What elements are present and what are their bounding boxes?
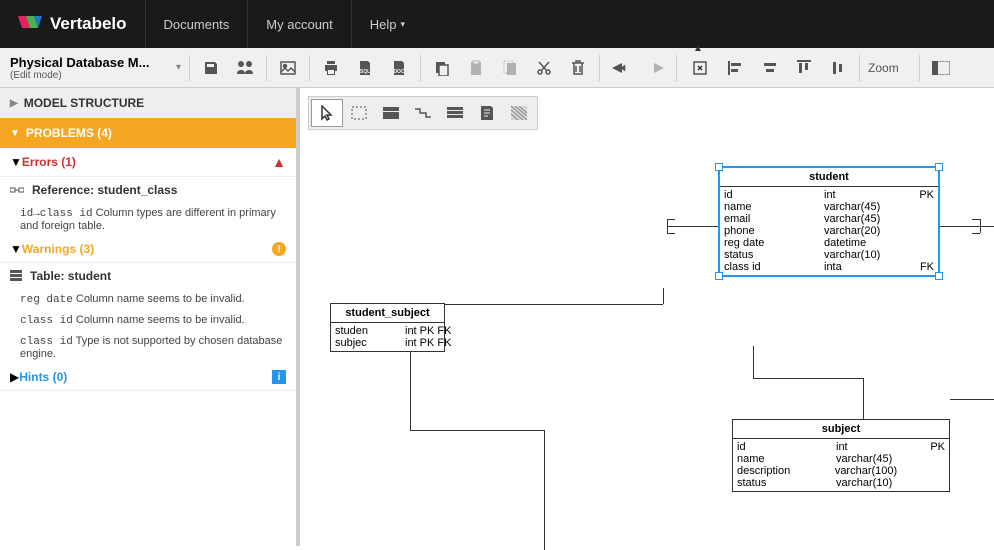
toolbar-marker-icon: ▲ [693, 43, 703, 54]
canvas-toolbar [308, 96, 538, 130]
entity-column: phonevarchar(20) [724, 225, 934, 237]
svg-text:DOC: DOC [393, 69, 405, 75]
warning-item-table[interactable]: Table: student [0, 263, 296, 289]
error-item-reference[interactable]: Reference: student_class [0, 177, 296, 203]
print-button[interactable] [316, 53, 346, 83]
brand-logo[interactable]: Vertabelo [0, 12, 145, 36]
entity-title: student [720, 168, 938, 187]
duplicate-button[interactable] [495, 53, 525, 83]
sidebar-errors[interactable]: ▼Errors (1) ▲ [0, 148, 296, 177]
entity-column: statusvarchar(10) [724, 249, 934, 261]
nav-help[interactable]: Help▾ [351, 0, 423, 48]
entity-title: student_subject [331, 304, 444, 323]
warning-detail-1: reg date Column name seems to be invalid… [0, 289, 296, 310]
entity-column: class idintaFK [724, 261, 934, 273]
undo-button[interactable] [606, 53, 636, 83]
entity-title: subject [733, 420, 949, 439]
share-button[interactable] [230, 53, 260, 83]
align-left-button[interactable] [721, 53, 751, 83]
entity-student[interactable]: student idintPKnamevarchar(45)emailvarch… [718, 166, 940, 277]
sidebar-warnings[interactable]: ▼Warnings (3) ! [0, 236, 296, 263]
expand-button[interactable] [685, 53, 715, 83]
entity-column: idintPK [724, 189, 934, 201]
reference-tool[interactable] [407, 99, 439, 127]
triangle-right-icon: ▶ [10, 370, 19, 384]
select-tool[interactable] [311, 99, 343, 127]
entity-column: statusvarchar(10) [737, 477, 945, 489]
nav-my-account[interactable]: My account [247, 0, 350, 48]
zoom-label: Zoom [868, 61, 899, 75]
entity-subject[interactable]: subject idintPKnamevarchar(45)descriptio… [732, 419, 950, 492]
sidebar-problems[interactable]: ▼PROBLEMS (4) [0, 118, 296, 148]
align-top-button[interactable] [789, 53, 819, 83]
entity-column: descriptionvarchar(100) [737, 465, 945, 477]
diagram-canvas[interactable]: student idintPKnamevarchar(45)emailvarch… [300, 88, 994, 546]
warning-badge-icon: ! [272, 242, 286, 256]
nav-documents[interactable]: Documents [145, 0, 248, 48]
entity-column: namevarchar(45) [737, 453, 945, 465]
document-title: Physical Database M... [6, 55, 176, 70]
brand-name: Vertabelo [50, 14, 127, 34]
error-detail: id→class id Column types are different i… [0, 203, 296, 236]
warning-detail-2: class id Column name seems to be invalid… [0, 310, 296, 331]
doc-export-button[interactable]: DOC [384, 53, 414, 83]
triangle-right-icon: ▶ [10, 98, 18, 109]
entity-column: namevarchar(45) [724, 201, 934, 213]
align-middle-button[interactable] [823, 53, 853, 83]
entity-column: idintPK [737, 441, 945, 453]
save-button[interactable] [196, 53, 226, 83]
note-tool[interactable] [471, 99, 503, 127]
triangle-down-icon: ▼ [10, 155, 22, 169]
entity-column: emailvarchar(45) [724, 213, 934, 225]
table-tool[interactable] [375, 99, 407, 127]
view-tool[interactable] [439, 99, 471, 127]
warning-detail-3: class id Type is not supported by chosen… [0, 331, 296, 364]
error-badge-icon: ▲ [272, 154, 286, 170]
document-title-block[interactable]: Physical Database M... (Edit mode) [6, 55, 176, 81]
sidebar-hints[interactable]: ▶Hints (0) i [0, 364, 296, 391]
copy-button[interactable] [427, 53, 457, 83]
cut-button[interactable] [529, 53, 559, 83]
chevron-down-icon: ▾ [401, 19, 406, 30]
entity-column: reg datedatetime [724, 237, 934, 249]
entity-student-subject[interactable]: student_subject studenint PK FKsubjecint… [330, 303, 445, 352]
marquee-tool[interactable] [343, 99, 375, 127]
align-center-button[interactable] [755, 53, 785, 83]
area-tool[interactable] [503, 99, 535, 127]
delete-button[interactable] [563, 53, 593, 83]
document-mode: (Edit mode) [6, 70, 176, 81]
redo-button[interactable] [640, 53, 670, 83]
sql-export-button[interactable]: SQL [350, 53, 380, 83]
svg-text:SQL: SQL [360, 69, 370, 75]
sidebar-model-structure[interactable]: ▶MODEL STRUCTURE [0, 88, 296, 118]
entity-column: subjecint PK FK [335, 337, 440, 349]
entity-column: studenint PK FK [335, 325, 440, 337]
paste-button[interactable] [461, 53, 491, 83]
dropdown-caret-icon[interactable]: ▾ [176, 62, 181, 73]
hint-badge-icon: i [272, 370, 286, 384]
image-export-button[interactable] [273, 53, 303, 83]
triangle-down-icon: ▼ [10, 128, 20, 139]
triangle-down-icon: ▼ [10, 242, 22, 256]
panel-toggle-button[interactable] [926, 53, 956, 83]
